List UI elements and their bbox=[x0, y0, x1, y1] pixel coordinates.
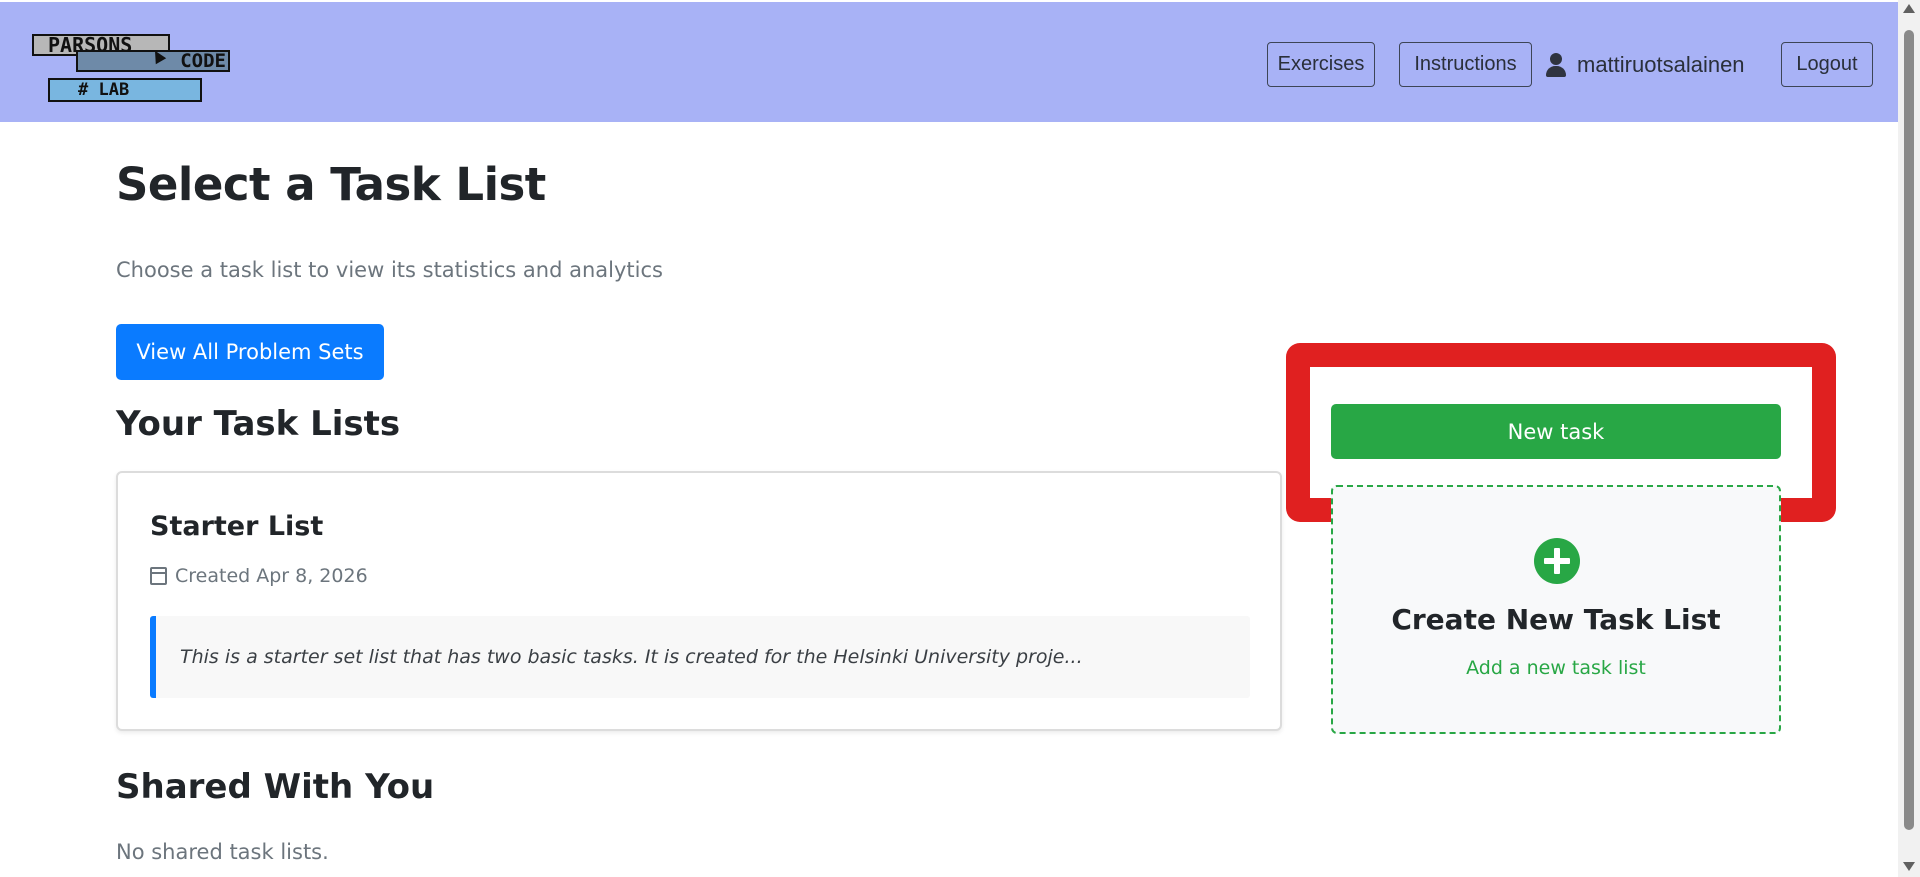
page-scrollbar[interactable] bbox=[1898, 0, 1920, 877]
navbar: PARSONS CODE # LAB Exercises Instruction… bbox=[0, 2, 1898, 122]
calendar-icon bbox=[150, 567, 167, 585]
instructions-button[interactable]: Instructions bbox=[1399, 42, 1532, 87]
exercises-button[interactable]: Exercises bbox=[1267, 42, 1375, 87]
no-shared-message: No shared task lists. bbox=[116, 840, 329, 864]
view-all-problem-sets-button[interactable]: View All Problem Sets bbox=[116, 324, 384, 380]
username: mattiruotsalainen bbox=[1577, 51, 1745, 77]
page-subtitle: Choose a task list to view its statistic… bbox=[116, 258, 663, 282]
parsons-code-lab-logo[interactable]: PARSONS CODE # LAB bbox=[30, 34, 236, 104]
create-task-list-title: Create New Task List bbox=[1391, 603, 1721, 636]
create-task-list-subtitle: Add a new task list bbox=[1466, 657, 1646, 679]
created-date: Created Apr 8, 2026 bbox=[175, 565, 368, 587]
task-list-card[interactable]: Starter List Created Apr 8, 2026 This is… bbox=[116, 471, 1282, 731]
scroll-down-arrow-icon[interactable] bbox=[1903, 862, 1915, 871]
your-task-lists-heading: Your Task Lists bbox=[116, 404, 401, 444]
scroll-up-arrow-icon[interactable] bbox=[1903, 4, 1915, 13]
logo-lab: # LAB bbox=[48, 78, 202, 102]
task-list-name: Starter List bbox=[150, 511, 324, 542]
user-profile[interactable]: mattiruotsalainen bbox=[1545, 42, 1745, 87]
scrollbar-thumb[interactable] bbox=[1904, 30, 1914, 830]
user-icon bbox=[1545, 52, 1567, 77]
shared-with-you-heading: Shared With You bbox=[116, 767, 435, 807]
plus-circle-icon bbox=[1534, 538, 1580, 584]
page-title: Select a Task List bbox=[116, 158, 546, 211]
create-new-task-list-card[interactable]: Create New Task List Add a new task list bbox=[1331, 485, 1781, 734]
task-list-created: Created Apr 8, 2026 bbox=[150, 565, 368, 587]
new-task-button[interactable]: New task bbox=[1331, 404, 1781, 459]
logout-button[interactable]: Logout bbox=[1781, 42, 1873, 87]
task-list-description: This is a starter set list that has two … bbox=[150, 616, 1250, 698]
